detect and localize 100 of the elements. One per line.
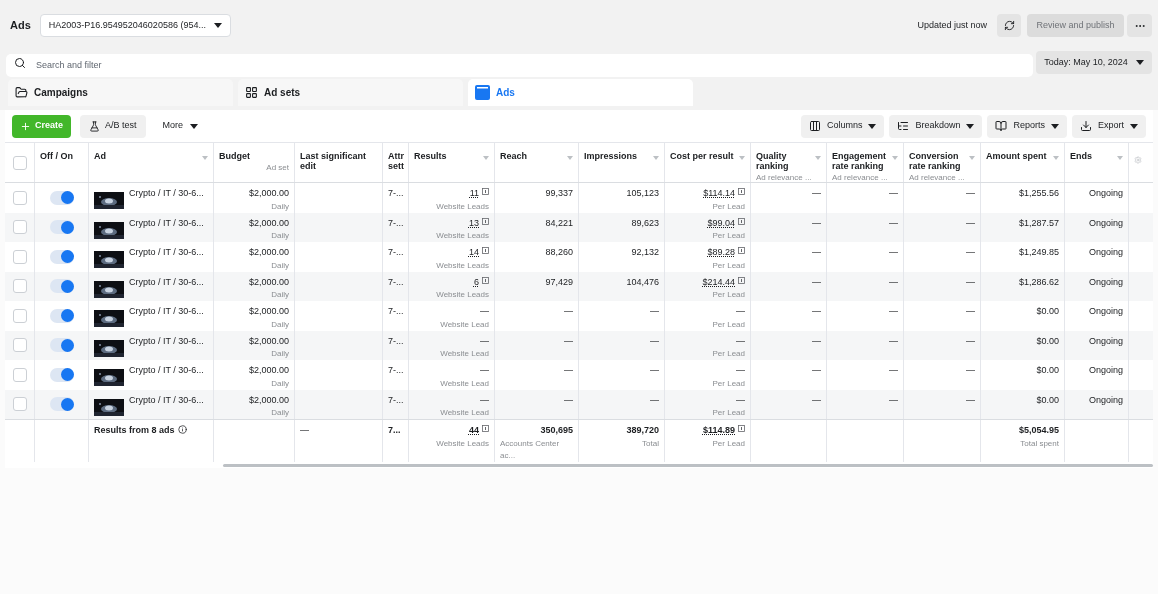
more-menu[interactable]: More bbox=[154, 114, 207, 138]
column-header[interactable]: Conversion rate ranking bbox=[909, 151, 967, 171]
checkbox[interactable] bbox=[13, 367, 27, 382]
metric-value[interactable]: 11 bbox=[469, 187, 479, 201]
plus-icon bbox=[20, 120, 31, 132]
column-header[interactable]: Cost per result bbox=[670, 151, 737, 161]
table-row[interactable]: Crypto / IT / 30-6... $2,000.00 Daily 7-... 6 Website Leads 97,429 104,476 $214.44 Per Lead — — — $1,286.62 Ongoing bbox=[5, 271, 1153, 301]
tab[interactable]: Ad sets bbox=[238, 79, 463, 106]
caret-icon bbox=[190, 123, 199, 129]
metric-label: Website Lead bbox=[440, 407, 489, 419]
metric-value: $5,054.95 bbox=[1018, 424, 1059, 437]
ad-name: Crypto / IT / 30-6... bbox=[129, 334, 204, 348]
info-icon bbox=[482, 247, 489, 254]
metric-label: Per Lead bbox=[712, 200, 745, 213]
toggle-switch[interactable] bbox=[49, 220, 74, 235]
metric-value[interactable]: $99.04 bbox=[707, 216, 735, 230]
column-header[interactable]: Impressions bbox=[584, 151, 651, 161]
toolbar-dropdown[interactable]: Breakdown bbox=[889, 114, 983, 138]
metric-value: 389,720 bbox=[626, 424, 659, 437]
settings-icon[interactable] bbox=[1134, 155, 1142, 165]
sort-icon bbox=[892, 156, 898, 160]
column-header[interactable]: Quality ranking bbox=[756, 151, 813, 171]
checkbox[interactable] bbox=[13, 279, 27, 294]
toggle-switch[interactable] bbox=[49, 249, 74, 264]
info-icon bbox=[482, 425, 489, 432]
checkbox[interactable] bbox=[13, 308, 27, 323]
metric-value[interactable]: 44 bbox=[469, 424, 479, 438]
ranking-value: — bbox=[889, 188, 898, 198]
ad-name: Crypto / IT / 30-6... bbox=[129, 275, 204, 289]
metric-value: — bbox=[480, 334, 489, 348]
toggle-switch[interactable] bbox=[49, 338, 74, 353]
metric-value[interactable]: $89.28 bbox=[707, 246, 735, 260]
toolbar-dropdown[interactable]: Export bbox=[1072, 114, 1146, 138]
toggle-switch[interactable] bbox=[49, 367, 74, 382]
toolbar-dropdown[interactable]: Columns bbox=[800, 114, 885, 138]
metric-value[interactable]: $114.14 bbox=[703, 187, 735, 201]
column-header[interactable]: Ends bbox=[1070, 151, 1115, 161]
checkbox[interactable] bbox=[13, 338, 27, 353]
info-icon bbox=[177, 425, 187, 434]
breakdown-icon bbox=[897, 120, 910, 132]
toggle-switch[interactable] bbox=[49, 279, 74, 294]
metric-label: Website Leads bbox=[436, 200, 489, 213]
toggle-switch[interactable] bbox=[49, 308, 74, 323]
tab[interactable]: Ads bbox=[468, 79, 693, 106]
checkbox[interactable] bbox=[13, 190, 27, 205]
metric-label: Total spent bbox=[1020, 437, 1059, 450]
end-status: Ongoing bbox=[1088, 276, 1123, 287]
metric-label: Website Lead bbox=[440, 318, 489, 331]
reach-value: 97,429 bbox=[545, 276, 573, 287]
search-field[interactable]: Search and filter bbox=[6, 53, 1033, 77]
scrollbar[interactable] bbox=[223, 463, 1153, 467]
toggle-switch[interactable] bbox=[49, 397, 74, 412]
table-row[interactable]: Crypto / IT / 30-6... $2,000.00 Daily 7-... 13 Website Leads 84,221 89,623 $99.04 Per Lead — — — $1,287.57 Ongoing bbox=[5, 212, 1153, 242]
column-header[interactable]: Ad bbox=[94, 151, 200, 161]
metric-value[interactable]: 14 bbox=[469, 246, 479, 260]
more-button[interactable] bbox=[1127, 14, 1152, 37]
column-header[interactable]: Budget bbox=[219, 151, 289, 161]
toggle-switch[interactable] bbox=[49, 190, 74, 205]
checkbox[interactable] bbox=[13, 220, 27, 235]
ranking-value: — bbox=[966, 306, 975, 316]
column-header[interactable]: Last significant edit bbox=[300, 151, 377, 171]
metric-value[interactable]: $114.89 bbox=[702, 424, 735, 438]
column-header[interactable]: Results bbox=[414, 151, 481, 161]
table-row[interactable]: Crypto / IT / 30-6... $2,000.00 Daily 7-... — Website Lead — — — Per Lead — — — $0.00 Ongoing bbox=[5, 330, 1153, 360]
metric-value[interactable]: 13 bbox=[469, 216, 479, 230]
column-header[interactable]: Attr sett bbox=[388, 151, 403, 171]
metric-value: — bbox=[736, 334, 745, 348]
budget-type: Daily bbox=[271, 230, 289, 242]
toolbar-dropdown[interactable]: Reports bbox=[987, 114, 1067, 138]
column-header[interactable]: Engagement rate ranking bbox=[832, 151, 890, 171]
ranking-value: — bbox=[966, 365, 975, 375]
impressions-value: 105,123 bbox=[626, 188, 659, 198]
impressions-value: — bbox=[650, 335, 659, 346]
budget-type: Daily bbox=[271, 407, 289, 419]
column-subheader: Ad relevance ... bbox=[832, 172, 889, 182]
ad-name: Crypto / IT / 30-6... bbox=[129, 187, 204, 200]
checkbox[interactable] bbox=[13, 249, 27, 264]
date-picker[interactable]: Today: May 10, 2024 bbox=[1036, 51, 1152, 74]
metric-value[interactable]: $214.44 bbox=[702, 275, 735, 289]
ab-test-button[interactable]: A/B test bbox=[80, 114, 146, 138]
table-row[interactable]: Crypto / IT / 30-6... $2,000.00 Daily 7-... — Website Lead — — — Per Lead — — — $0.00 Ongoing bbox=[5, 389, 1153, 419]
metric-value[interactable]: 6 bbox=[474, 275, 479, 289]
metric-label: Website Leads bbox=[436, 437, 489, 450]
account-dropdown[interactable]: HA2003-P16.954952046020586 (954... bbox=[39, 14, 231, 37]
checkbox[interactable] bbox=[13, 156, 27, 170]
column-header[interactable]: Amount spent bbox=[986, 151, 1051, 161]
end-status: Ongoing bbox=[1088, 306, 1123, 316]
budget-type: Daily bbox=[271, 318, 289, 331]
caret-icon bbox=[868, 123, 877, 129]
ranking-value: — bbox=[812, 217, 821, 228]
column-header[interactable]: Reach bbox=[500, 151, 565, 161]
column-header[interactable]: Off / On bbox=[40, 151, 83, 161]
impressions-value: — bbox=[650, 394, 659, 405]
metric-label: Per Lead bbox=[712, 259, 745, 272]
tab[interactable]: Campaigns bbox=[8, 79, 233, 106]
sort-icon bbox=[653, 156, 659, 160]
refresh-button[interactable] bbox=[997, 14, 1021, 37]
ranking-value: — bbox=[812, 365, 821, 375]
info-icon bbox=[738, 217, 745, 225]
checkbox[interactable] bbox=[13, 397, 27, 412]
